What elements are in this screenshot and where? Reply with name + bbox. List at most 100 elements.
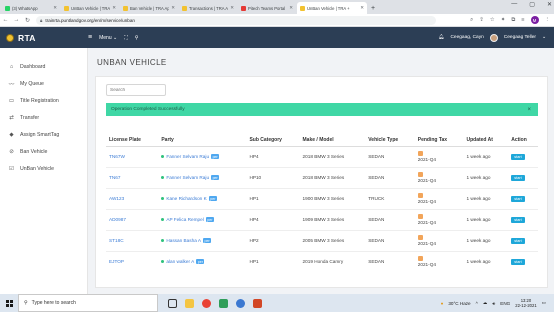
activity-icon: 〰 bbox=[8, 81, 15, 88]
windows-start-icon[interactable] bbox=[0, 294, 18, 312]
start-button[interactable]: start bbox=[511, 174, 525, 181]
clock[interactable]: 13:20 22-12-2021 bbox=[515, 298, 536, 309]
party-link[interactable]: Fanner Selvam Raju bbox=[166, 154, 209, 159]
hamburger-icon[interactable]: ≡ bbox=[88, 34, 92, 41]
start-button[interactable]: start bbox=[511, 195, 525, 202]
chrome-icon[interactable] bbox=[202, 298, 211, 308]
license-plate-link[interactable]: AD0987 bbox=[109, 217, 126, 222]
search-icon[interactable]: ⚲ bbox=[135, 35, 139, 41]
browser-tab[interactable]: Pitech Teams Portal ✕ bbox=[238, 2, 296, 14]
language[interactable]: ENG bbox=[500, 301, 510, 306]
license-plate-link[interactable]: EJTOP bbox=[109, 259, 124, 264]
reading-list-icon[interactable]: ≡ bbox=[521, 17, 524, 23]
party-link[interactable]: alan walker A bbox=[166, 259, 194, 264]
column-header: License Plate bbox=[106, 135, 159, 147]
sidebar-item-ban-vehicle[interactable]: ⊘ Ban Vehicle bbox=[0, 143, 87, 160]
browser-menu-icon[interactable]: ⋮ bbox=[545, 17, 551, 23]
file-explorer-icon[interactable] bbox=[185, 298, 194, 308]
taskbar-search-placeholder: Type here to search bbox=[31, 300, 76, 306]
party-link[interactable]: Fanner Selvam Raju bbox=[166, 175, 209, 180]
task-view-icon[interactable] bbox=[168, 298, 177, 308]
user-role[interactable]: Ceegaag Teller bbox=[504, 35, 536, 40]
start-button[interactable]: start bbox=[511, 237, 525, 244]
new-tab-button[interactable]: + bbox=[371, 5, 375, 12]
forward-icon[interactable]: → bbox=[11, 17, 22, 23]
fullscreen-icon[interactable]: ⛶ bbox=[124, 35, 128, 41]
tab-close-icon[interactable]: ✕ bbox=[230, 5, 234, 11]
maximize-icon[interactable]: ▢ bbox=[529, 1, 535, 8]
url-field[interactable]: 🔒︎ trainrta.puntlandgov.org/en/m/service… bbox=[36, 15, 436, 25]
star-icon[interactable]: ☆ bbox=[490, 17, 495, 23]
avatar[interactable] bbox=[489, 33, 498, 42]
license-plate-link[interactable]: AW123 bbox=[109, 196, 124, 201]
chevron-down-icon[interactable]: ⌄ bbox=[542, 35, 546, 40]
sidebar-item-transfer[interactable]: ⇄ Transfer bbox=[0, 109, 87, 126]
profile-avatar[interactable]: M bbox=[530, 16, 539, 24]
pending-tax-icon bbox=[417, 256, 423, 262]
zoom-icon[interactable]: ⌕ bbox=[470, 17, 473, 24]
sidebar-item-unban-vehicle[interactable]: ☑ UnBan Vehicle bbox=[0, 160, 87, 177]
party-link[interactable]: Hassan Basha A bbox=[166, 238, 201, 243]
sub-category: HP10 bbox=[246, 166, 300, 188]
sidebar-item-my-queue[interactable]: 〰 My Queue bbox=[0, 75, 87, 92]
tab-close-icon[interactable]: ✕ bbox=[289, 5, 293, 11]
sub-category: HP1 bbox=[246, 187, 300, 209]
brand[interactable]: RTA bbox=[0, 27, 88, 48]
tab-close-icon[interactable]: ✕ bbox=[53, 5, 57, 11]
browser-tab[interactable]: Transactions | TRA Ap ✕ bbox=[179, 2, 237, 14]
user-name[interactable]: Ceegaag, Cayn bbox=[450, 35, 483, 40]
sidebar-item-dashboard[interactable]: ⌂ Dashboard bbox=[0, 58, 87, 75]
pending-tax-period: 2021-Q4 bbox=[417, 178, 436, 183]
favicon-icon bbox=[300, 5, 305, 11]
menu-dropdown[interactable]: Menu ⌄ bbox=[99, 35, 117, 41]
reload-icon[interactable]: ↻ bbox=[22, 17, 33, 24]
start-button[interactable]: start bbox=[511, 216, 525, 223]
tab-close-icon[interactable]: ✕ bbox=[171, 5, 175, 11]
party-link[interactable]: AP Felica Rempel bbox=[166, 217, 203, 222]
start-button[interactable]: start bbox=[511, 258, 525, 265]
puzzle-icon[interactable]: ⧉ bbox=[511, 17, 515, 24]
extension-icon[interactable]: ✦ bbox=[501, 17, 506, 23]
license-plate-link[interactable]: TN67 bbox=[109, 175, 120, 180]
transfer-icon: ⇄ bbox=[9, 114, 14, 121]
tab-close-icon[interactable]: ✕ bbox=[360, 5, 364, 11]
party-link[interactable]: Kane Richardson K bbox=[166, 196, 206, 201]
search-input[interactable] bbox=[106, 84, 166, 96]
column-header: Pending Tax bbox=[414, 135, 464, 147]
network-icon[interactable]: ☁︎ bbox=[483, 300, 488, 306]
share-icon[interactable]: ⇪ bbox=[479, 17, 484, 23]
browser-tab[interactable]: UnBan Vehicle | TRA + ✕ bbox=[61, 2, 119, 14]
back-icon[interactable]: ← bbox=[0, 17, 11, 23]
start-button[interactable]: start bbox=[511, 153, 525, 160]
browser-tab[interactable]: Ban Vehicle | TRA App ✕ bbox=[120, 2, 178, 14]
notification-icon[interactable]: 🔔︎ bbox=[438, 35, 444, 40]
license-plate-link[interactable]: TN67W bbox=[109, 154, 125, 159]
taskbar-search[interactable]: ⚲ Type here to search bbox=[18, 294, 158, 312]
column-header: Sub Category bbox=[246, 135, 300, 147]
browser-tab[interactable]: (3) WhatsApp ✕ bbox=[2, 2, 60, 14]
pending-tax-period: 2021-Q4 bbox=[417, 262, 436, 268]
app-icon[interactable] bbox=[219, 298, 228, 308]
vehicle-type: SEDAN bbox=[365, 208, 415, 230]
weather-text[interactable]: 30°C Haze bbox=[448, 301, 470, 306]
notification-center-icon[interactable]: ▭ bbox=[542, 300, 546, 306]
powerpoint-icon[interactable] bbox=[253, 298, 262, 308]
lock-icon: 🔒︎ bbox=[40, 17, 43, 23]
pending-tax-icon bbox=[417, 235, 423, 240]
sidebar-item-assign-smarttag[interactable]: ◆ Assign SmartTag bbox=[0, 126, 87, 143]
brand-name: RTA bbox=[18, 32, 36, 43]
volume-icon[interactable]: 🔊︎ bbox=[492, 301, 495, 306]
column-header: Updated At bbox=[463, 135, 509, 147]
party-type-badge: per bbox=[205, 217, 214, 222]
minimize-icon[interactable]: — bbox=[511, 1, 517, 8]
license-plate-link[interactable]: ST18C bbox=[109, 238, 124, 243]
updated-at: 1 week ago bbox=[463, 166, 509, 188]
close-icon[interactable]: × bbox=[527, 107, 531, 113]
tab-title: UnBan Vehicle | TRA + bbox=[71, 5, 111, 11]
close-window-icon[interactable]: ✕ bbox=[547, 1, 552, 8]
sidebar-item-title-registration[interactable]: ▭ Title Registration bbox=[0, 92, 87, 109]
tab-close-icon[interactable]: ✕ bbox=[112, 5, 116, 11]
edge-icon[interactable] bbox=[236, 298, 245, 308]
tray-chevron-icon[interactable]: ^ bbox=[476, 301, 478, 306]
browser-tab[interactable]: UnBan Vehicle | TRA + ✕ bbox=[297, 2, 367, 14]
